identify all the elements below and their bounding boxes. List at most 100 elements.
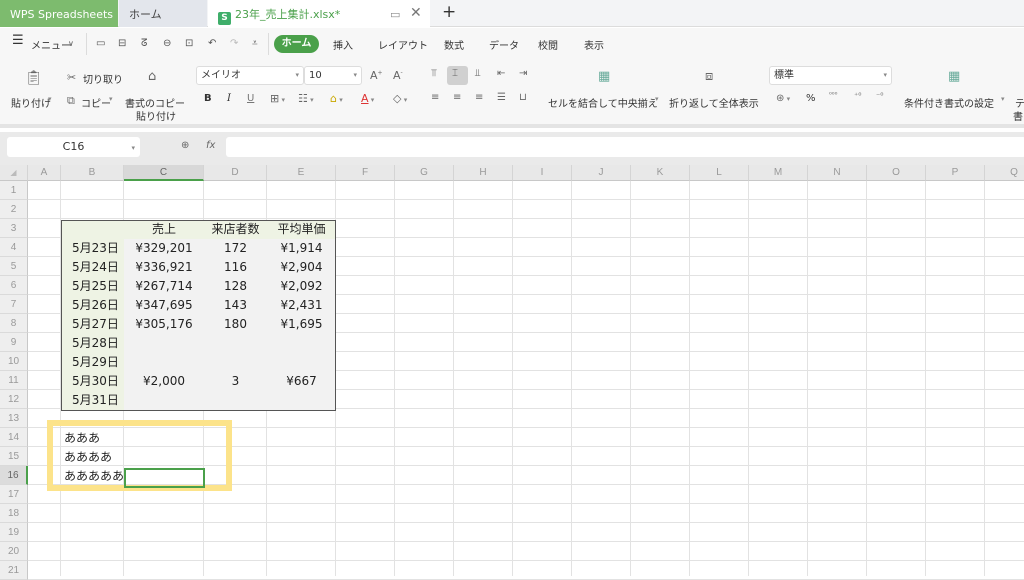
conditional-format-icon[interactable]: ▦ xyxy=(948,69,960,84)
copy-icon[interactable]: ⧉ xyxy=(67,94,75,108)
ribbon-tab-home[interactable]: ホーム xyxy=(274,35,319,53)
cell-avg-price[interactable] xyxy=(267,391,336,410)
cell-visitors[interactable] xyxy=(204,391,267,410)
column-header-i[interactable]: I xyxy=(513,165,572,181)
number-format-select[interactable]: 標準 ▾ xyxy=(769,66,892,85)
cell-sales[interactable]: ¥347,695 xyxy=(124,296,204,315)
conditional-format-dropdown-icon[interactable]: ▾ xyxy=(1001,95,1005,103)
underline-button[interactable]: U xyxy=(247,93,254,104)
paste-dropdown-icon[interactable]: ▾ xyxy=(48,95,52,103)
align-left-icon[interactable]: ≡ xyxy=(431,92,439,103)
row-header-14[interactable]: 14 xyxy=(0,428,28,447)
column-header-c[interactable]: C xyxy=(124,165,204,181)
column-header-f[interactable]: F xyxy=(336,165,395,181)
decrease-indent-icon[interactable]: ⇤ xyxy=(497,68,505,79)
row-header-17[interactable]: 17 xyxy=(0,485,28,504)
cell-visitors[interactable]: 180 xyxy=(204,315,267,334)
redo-icon[interactable]: ↷ xyxy=(230,38,238,49)
decrease-decimal-icon[interactable]: ⁻⁰ xyxy=(876,91,883,100)
column-header-e[interactable]: E xyxy=(267,165,336,181)
header-sales[interactable]: 売上 xyxy=(124,220,204,239)
paste-icon[interactable]: 📋︎ xyxy=(25,70,43,86)
cut-button[interactable]: 切り取り xyxy=(83,71,123,86)
header-avg-price[interactable]: 平均単価 xyxy=(267,220,336,239)
font-size-select[interactable]: 10 ▾ xyxy=(304,66,362,85)
paste-button[interactable]: 貼り付け xyxy=(11,95,51,110)
format-painter-icon[interactable]: ⌂ xyxy=(148,69,156,84)
cell-avg-price[interactable] xyxy=(267,353,336,372)
row-header-3[interactable]: 3 xyxy=(0,219,28,238)
thousands-separator-icon[interactable]: ⁰⁰⁰ xyxy=(829,91,837,99)
row-header-1[interactable]: 1 xyxy=(0,181,28,200)
cell-date[interactable]: 5月23日 xyxy=(72,239,119,258)
ribbon-tab-view[interactable]: 表示 xyxy=(584,37,604,52)
new-tab-button[interactable]: + xyxy=(442,2,456,22)
column-header-m[interactable]: M xyxy=(749,165,808,181)
cell-sales[interactable]: ¥2,000 xyxy=(124,372,204,391)
save-icon[interactable]: ⊟ xyxy=(118,38,126,49)
font-name-select[interactable]: メイリオ ▾ xyxy=(196,66,304,85)
cell-sales[interactable]: ¥305,176 xyxy=(124,315,204,334)
cell-sales[interactable] xyxy=(124,391,204,410)
row-header-9[interactable]: 9 xyxy=(0,333,28,352)
column-header-p[interactable]: P xyxy=(926,165,985,181)
conditional-format-button[interactable]: 条件付き書式の設定 xyxy=(904,95,994,110)
ribbon-tab-review[interactable]: 校閲 xyxy=(538,37,558,52)
spreadsheet-grid[interactable]: ◢ 売上 来店者数 平均単価 5月23日 ¥329,201 172 ¥1,914 5月2… xyxy=(0,165,1024,580)
cell-sales[interactable] xyxy=(124,334,204,353)
column-header-b[interactable]: B xyxy=(61,165,124,181)
print-icon[interactable]: ⊖ xyxy=(163,38,171,49)
cell-visitors[interactable]: 172 xyxy=(204,239,267,258)
cell-visitors[interactable]: 128 xyxy=(204,277,267,296)
cell-sales[interactable] xyxy=(124,353,204,372)
row-header-15[interactable]: 15 xyxy=(0,447,28,466)
decrease-font-icon[interactable]: A- xyxy=(393,69,403,82)
tab-wps-spreadsheets[interactable]: WPS Spreadsheets xyxy=(0,0,118,27)
float-window-icon[interactable]: ▭ xyxy=(390,0,400,29)
copy-button[interactable]: コピー xyxy=(81,95,111,110)
print-preview-icon[interactable]: ⊡ xyxy=(185,38,193,49)
align-bottom-icon[interactable]: ⫫ xyxy=(475,68,481,79)
align-center-icon[interactable]: ≡ xyxy=(453,92,461,103)
justify-icon[interactable]: ☰ xyxy=(497,92,506,103)
cell-avg-price[interactable]: ¥2,431 xyxy=(267,296,336,315)
fill-color-icon[interactable]: ⌂ ▾ xyxy=(330,92,343,105)
cell-date[interactable]: 5月26日 xyxy=(72,296,119,315)
align-middle-icon[interactable]: ⌶ xyxy=(452,68,458,79)
row-header-12[interactable]: 12 xyxy=(0,390,28,409)
cell-date[interactable]: 5月25日 xyxy=(72,277,119,296)
cell-sales[interactable]: ¥336,921 xyxy=(124,258,204,277)
distributed-icon[interactable]: ⊔ xyxy=(519,92,527,103)
cell-style-icon[interactable]: ☷ ▾ xyxy=(298,92,314,105)
column-header-j[interactable]: J xyxy=(572,165,631,181)
ribbon-tab-layout[interactable]: レイアウト xyxy=(378,37,428,52)
insert-function-icon[interactable]: fx xyxy=(206,140,215,151)
cell-date[interactable]: 5月28日 xyxy=(72,334,119,353)
column-header-l[interactable]: L xyxy=(690,165,749,181)
cell-date[interactable]: 5月27日 xyxy=(72,315,119,334)
row-header-16[interactable]: 16 xyxy=(0,466,28,485)
row-header-7[interactable]: 7 xyxy=(0,295,28,314)
row-header-19[interactable]: 19 xyxy=(0,523,28,542)
tab-document[interactable]: S 23年_売上集計.xlsx* ▭ ✕ xyxy=(208,0,430,28)
header-visitors[interactable]: 来店者数 xyxy=(204,220,267,239)
font-color-icon[interactable]: A ▾ xyxy=(361,92,374,105)
column-header-n[interactable]: N xyxy=(808,165,867,181)
formula-input[interactable] xyxy=(226,137,1024,157)
ribbon-tab-insert[interactable]: 挿入 xyxy=(333,37,353,52)
row-header-20[interactable]: 20 xyxy=(0,542,28,561)
open-icon[interactable]: ▭ xyxy=(96,38,105,49)
cell-date[interactable]: 5月29日 xyxy=(72,353,119,372)
row-header-6[interactable]: 6 xyxy=(0,276,28,295)
cell-sales[interactable]: ¥267,714 xyxy=(124,277,204,296)
align-right-icon[interactable]: ≡ xyxy=(475,92,483,103)
chevron-down-icon[interactable]: ∨ xyxy=(68,39,74,48)
select-all-corner[interactable]: ◢ xyxy=(0,165,28,181)
column-header-k[interactable]: K xyxy=(631,165,690,181)
cell-visitors[interactable]: 3 xyxy=(204,372,267,391)
menu-button[interactable]: メニュー xyxy=(31,37,71,52)
column-header-d[interactable]: D xyxy=(204,165,267,181)
close-tab-icon[interactable]: ✕ xyxy=(410,0,422,28)
row-header-2[interactable]: 2 xyxy=(0,200,28,219)
column-header-g[interactable]: G xyxy=(395,165,454,181)
